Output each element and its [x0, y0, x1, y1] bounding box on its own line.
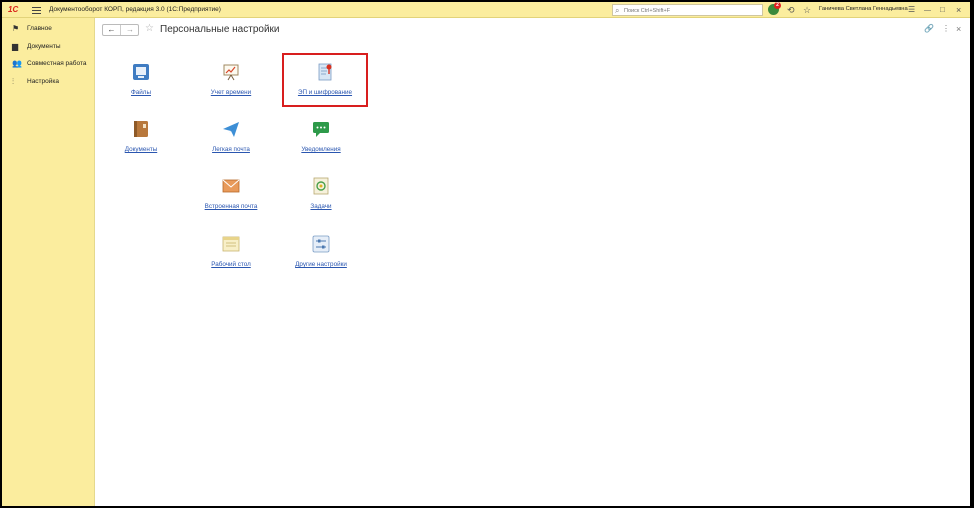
tile-label: Уведомления [301, 146, 341, 153]
main-menu-button[interactable] [32, 5, 41, 15]
sidebar-item-label: Настройка [27, 78, 59, 85]
settings-icon [312, 235, 330, 253]
sidebar-item-collaboration[interactable]: 👥 Совместная работа [2, 57, 95, 71]
tile-built-in-mail[interactable]: Встроенная почта [186, 177, 276, 221]
files-icon [133, 64, 149, 80]
people-icon: 👥 [12, 59, 22, 68]
more-actions-icon[interactable]: ⋮ [942, 24, 950, 34]
notifications-badge: 2 [774, 2, 781, 9]
envelope-icon [222, 179, 240, 193]
title-bar: 1С Документооборот КОРП, редакция 3.0 (1… [2, 2, 970, 18]
sidebar-item-documents[interactable]: ▆ Документы [2, 40, 95, 54]
sidebar-item-label: Документы [27, 43, 61, 50]
tasks-icon [313, 177, 329, 195]
search-input[interactable] [624, 6, 760, 15]
desktop-icon [222, 236, 240, 252]
tile-time-tracking[interactable]: Учет времени [186, 63, 276, 107]
app-title: Документооборот КОРП, редакция 3.0 (1С:П… [49, 6, 221, 13]
1c-logo: 1С [8, 5, 19, 14]
tile-label: Встроенная почта [204, 203, 258, 210]
tile-label: Файлы [130, 89, 151, 96]
tile-label: Документы [124, 146, 158, 153]
back-button[interactable]: ← [103, 25, 121, 35]
settings-menu-icon[interactable]: ☰ [908, 5, 915, 15]
tile-label: Другие настройки [295, 261, 347, 268]
tile-label: Учет времени [210, 89, 252, 96]
time-tracking-icon [223, 64, 239, 81]
sliders-icon: ⫶ [12, 77, 14, 86]
tile-files[interactable]: Файлы [96, 63, 186, 107]
favorites-star-icon[interactable]: ☆ [803, 5, 811, 15]
sidebar-item-settings[interactable]: ⫶ Настройка [2, 75, 95, 89]
search-box[interactable]: ⌕ [612, 4, 763, 16]
link-icon[interactable]: 🔗 [924, 24, 934, 34]
sidebar-item-label: Главное [27, 25, 52, 32]
history-icon[interactable]: ⟲ [787, 5, 795, 15]
tile-label: Легкая почта [212, 146, 250, 153]
main-content: ← → ☆ Персональные настройки 🔗 ⋮ × Файлы [96, 18, 970, 506]
tile-desktop[interactable]: Рабочий стол [186, 235, 276, 279]
paper-plane-icon [223, 122, 239, 137]
tile-tasks[interactable]: Задачи [276, 177, 366, 221]
sidebar-item-main[interactable]: ⚑ Главное [2, 22, 95, 36]
tile-label: Задачи [310, 203, 332, 210]
tile-other-settings[interactable]: Другие настройки [276, 235, 366, 279]
maximize-icon[interactable]: □ [940, 5, 945, 15]
tile-documents[interactable]: Документы [96, 120, 186, 164]
documents-icon [134, 121, 148, 137]
tile-notifications[interactable]: Уведомления [276, 120, 366, 164]
tile-label: Рабочий стол [211, 261, 251, 268]
add-to-favorites-icon[interactable]: ☆ [145, 23, 154, 35]
app-window: 1С Документооборот КОРП, редакция 3.0 (1… [2, 2, 970, 506]
sidebar-item-label: Совместная работа [27, 60, 87, 67]
chat-icon [313, 122, 329, 137]
navigation-buttons: ← → [102, 24, 139, 36]
highlight-box [282, 53, 368, 107]
minimize-icon[interactable]: — [924, 6, 931, 16]
close-window-icon[interactable]: × [956, 5, 961, 15]
tile-easy-mail[interactable]: Легкая почта [186, 120, 276, 164]
folder-icon: ▆ [12, 42, 19, 51]
forward-button[interactable]: → [121, 25, 139, 35]
page-title: Персональные настройки [160, 24, 280, 35]
sidebar: ⚑ Главное ▆ Документы 👥 Совместная работ… [2, 18, 95, 506]
user-name[interactable]: Ганичева Светлана Геннадьевна [819, 6, 908, 12]
flag-icon: ⚑ [12, 24, 20, 33]
search-icon: ⌕ [615, 6, 620, 15]
close-icon[interactable]: × [956, 24, 961, 34]
